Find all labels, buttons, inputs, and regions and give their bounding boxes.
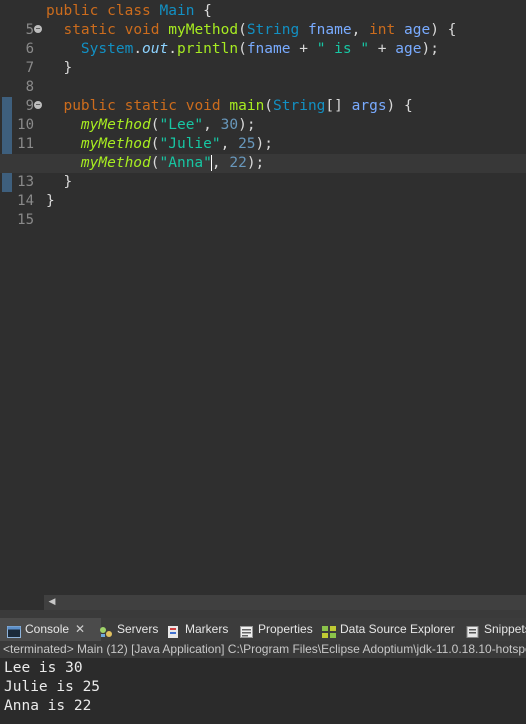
tab-data-source-explorer[interactable]: Data Source Explorer [322,618,455,641]
console-output[interactable]: Lee is 30 Julie is 25 Anna is 22 [0,658,526,724]
snippets-icon [466,623,480,638]
code-line[interactable]: 11 myMethod("Lee", 30); [0,116,526,152]
horizontal-scrollbar[interactable]: ◀ [44,595,526,610]
servers-icon [99,623,113,637]
close-icon[interactable]: ✕ [75,622,85,636]
tab-properties[interactable]: Properties [240,618,313,641]
console-output-line: Lee is 30 [4,660,83,676]
console-output-line: Julie is 25 [4,679,101,695]
line-number: 15 [17,212,34,228]
code-line[interactable]: 12 myMethod("Julie", 25); [0,135,526,171]
console-tab-bar: Console ✕ Servers Markers Properties Data… [0,618,526,642]
console-icon [7,623,21,638]
code-line[interactable]: 5 public class Main { [0,2,526,38]
code-line-current[interactable]: 13 myMethod("Anna", 22); [0,154,526,190]
properties-icon [240,623,254,638]
code-line[interactable]: 14 } [0,173,526,209]
fold-collapse-icon[interactable]: − [34,101,42,109]
scroll-left-icon[interactable]: ◀ [46,595,58,610]
code-line[interactable]: 7 System.out.println(fname + " is " + ag… [0,40,526,76]
panel-splitter[interactable] [0,610,526,618]
fold-collapse-icon[interactable]: − [34,25,42,33]
tab-console[interactable]: Console ✕ [0,618,101,641]
tab-snippets[interactable]: Snippets [466,618,526,641]
code-line[interactable]: 10 − public static void main(String[] ar… [0,97,526,133]
data-source-icon [322,623,336,638]
code-line[interactable]: 6 − static void myMethod(String fname, i… [0,21,526,57]
code-line[interactable]: 9 [0,78,526,114]
code-editor[interactable]: 5 public class Main { 6 − static void my… [0,0,526,612]
tab-markers[interactable]: Markers [167,618,228,641]
code-line[interactable]: 15 } [0,192,526,228]
code-line[interactable]: 8 } [0,59,526,95]
markers-icon [167,623,181,638]
console-process-status: <terminated> Main (12) [Java Application… [0,641,526,658]
console-output-line: Anna is 22 [4,698,92,714]
tab-servers[interactable]: Servers [99,618,158,641]
